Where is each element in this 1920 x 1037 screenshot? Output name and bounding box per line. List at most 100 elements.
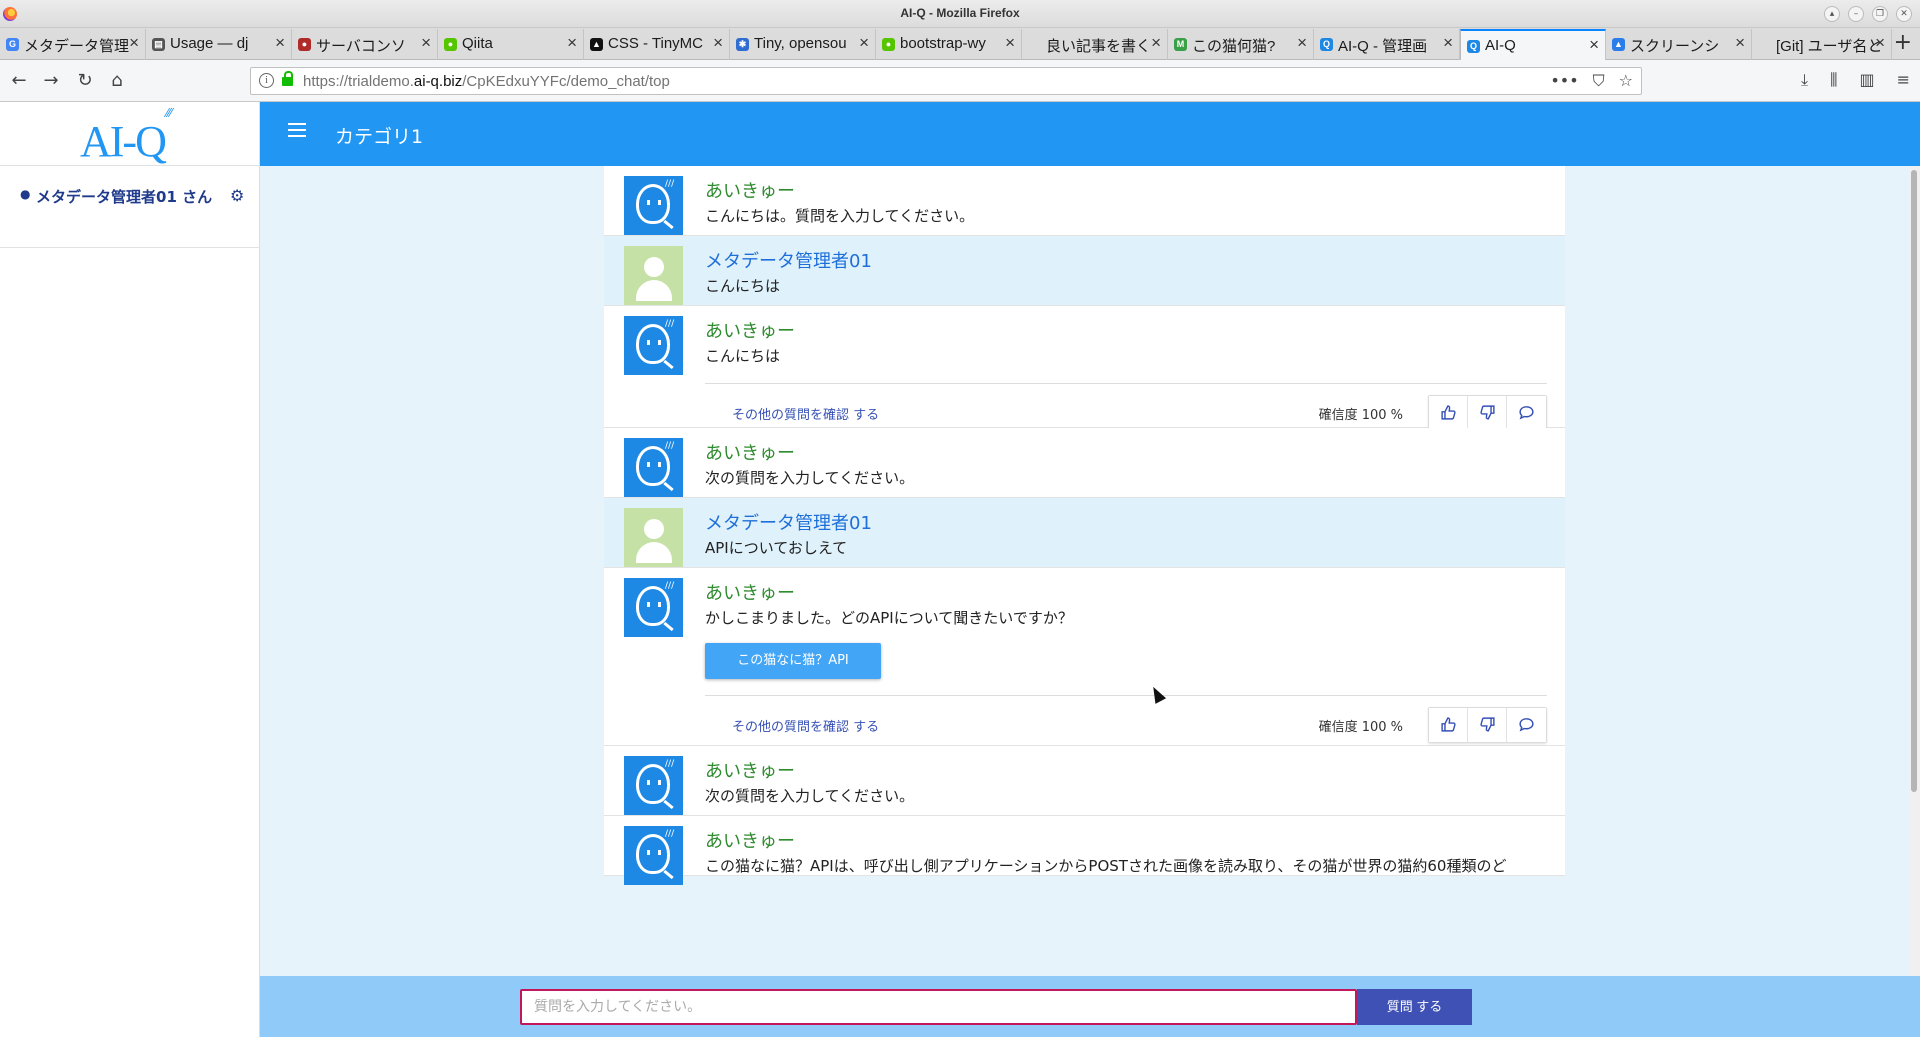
chat-message: /// あいきゅー かしこまりました。どのAPIについて聞きたいですか？ この猫なに猫… — [604, 568, 1565, 746]
tab-close-icon[interactable]: × — [713, 33, 723, 53]
tab-2[interactable]: ● サーバコンソ × — [292, 29, 438, 60]
tab-close-icon[interactable]: × — [859, 33, 869, 53]
maximize-up-icon[interactable]: ▴ — [1824, 6, 1840, 22]
new-tab-icon[interactable]: + — [1894, 30, 1912, 55]
message-sender: メタデータ管理者01 — [705, 513, 872, 534]
message-text: こんにちは — [705, 277, 781, 295]
more-actions-icon[interactable]: ••• — [1550, 71, 1578, 91]
tab-11[interactable]: ▲ スクリーンシ × — [1606, 29, 1752, 60]
tab-favicon-icon: Q — [1320, 38, 1333, 51]
tab-7[interactable]: 良い記事を書く × — [1022, 29, 1168, 60]
thumbs-up-icon[interactable] — [1429, 396, 1468, 430]
pocket-icon[interactable]: ⛉ — [1593, 71, 1605, 91]
chat-message: /// あいきゅー この猫なに猫？APIは、呼び出し側アプリケーションからPOSTさ… — [604, 816, 1565, 885]
chat-message: /// あいきゅー こんにちは。質問を入力してください。 — [604, 166, 1565, 236]
reload-icon[interactable]: ↻ — [74, 70, 96, 92]
tab-4[interactable]: ▲ CSS - TinyMC × — [584, 29, 730, 60]
tab-favicon-icon: ▲ — [1612, 38, 1625, 51]
thumbs-down-icon[interactable] — [1468, 708, 1507, 742]
tab-0[interactable]: G メタデータ管理 × — [0, 29, 146, 60]
other-questions-link[interactable]: その他の質問を確認 する — [732, 404, 879, 423]
tab-close-icon[interactable]: × — [1005, 33, 1015, 53]
tab-close-icon[interactable]: × — [1443, 33, 1453, 53]
lock-icon — [282, 71, 293, 86]
bookmark-star-icon[interactable]: ☆ — [1619, 71, 1633, 91]
tab-favicon-icon: ▲ — [590, 38, 603, 51]
chat-message: /// あいきゅー こんにちは その他の質問を確認 する 確信度 100 % — [604, 306, 1565, 431]
tab-favicon-icon: ▤ — [152, 38, 165, 51]
gear-icon[interactable]: ⚙ — [230, 186, 244, 205]
download-icon[interactable]: ⤓ — [1801, 70, 1808, 90]
ask-button[interactable]: 質問 する — [1357, 989, 1472, 1025]
tab-label: [Git] ユーザ名と — [1776, 38, 1883, 55]
info-icon[interactable]: i — [259, 73, 274, 88]
logo[interactable]: AI-Q ⁄⁄⁄ — [0, 102, 260, 166]
window-title: AI-Q - Mozilla Firefox — [900, 6, 1020, 20]
tab-6[interactable]: ● bootstrap-wy × — [876, 29, 1022, 60]
tab-close-icon[interactable]: × — [1735, 33, 1745, 53]
tab-9[interactable]: Q AI-Q - 管理画 × — [1314, 29, 1460, 60]
comment-icon[interactable] — [1507, 708, 1546, 742]
thumbs-up-icon[interactable] — [1429, 708, 1468, 742]
tab-close-icon[interactable]: × — [1297, 33, 1307, 53]
tab-label: Qiita — [462, 35, 493, 52]
choice-button[interactable]: この猫なに猫？API — [705, 643, 881, 679]
close-window-icon[interactable]: ✕ — [1896, 6, 1912, 22]
forward-icon[interactable]: → — [40, 70, 62, 92]
minimize-icon[interactable]: – — [1848, 6, 1864, 22]
window-controls: ▴ – ❐ ✕ — [1824, 6, 1912, 22]
tab-close-icon[interactable]: × — [1589, 35, 1599, 55]
tab-12[interactable]: [Git] ユーザ名と × — [1752, 29, 1892, 60]
thumbs-down-icon[interactable] — [1468, 396, 1507, 430]
url-bar[interactable]: i https://trialdemo.ai-q.biz/CpKEdxuYYFc… — [250, 67, 1642, 95]
back-icon[interactable]: ← — [8, 70, 30, 92]
hamburger-menu-icon[interactable] — [288, 123, 306, 137]
window-titlebar: AI-Q - Mozilla Firefox ▴ – ❐ ✕ — [0, 0, 1920, 28]
feedback-buttons — [1428, 707, 1547, 743]
tab-close-icon[interactable]: × — [421, 33, 431, 53]
tab-3[interactable]: ● Qiita × — [438, 29, 584, 60]
tab-favicon-icon: ✱ — [736, 38, 749, 51]
aiq-avatar-icon: /// — [624, 438, 683, 497]
feedback-buttons — [1428, 395, 1547, 431]
category-title: カテゴリ1 — [335, 126, 424, 148]
message-sender: あいきゅー — [705, 443, 795, 464]
tab-close-icon[interactable]: × — [129, 33, 139, 53]
tab-1[interactable]: ▤ Usage — dj × — [146, 29, 292, 60]
tab-bar: + G メタデータ管理 × ▤ Usage — dj × ● サーバコンソ × ● Qiita × ▲ C… — [0, 28, 1920, 60]
scrollbar-thumb[interactable] — [1911, 170, 1917, 792]
menu-icon[interactable]: ≡ — [1897, 70, 1910, 90]
chat-message: メタデータ管理者01 APIについておしえて — [604, 498, 1565, 568]
restore-icon[interactable]: ❐ — [1872, 6, 1888, 22]
other-questions-link[interactable]: その他の質問を確認 する — [732, 716, 879, 735]
tab-close-icon[interactable]: × — [275, 33, 285, 53]
tab-favicon-icon — [1028, 38, 1041, 51]
aiq-avatar-icon: /// — [624, 826, 683, 885]
library-icon[interactable]: ⫼ — [1830, 70, 1837, 90]
user-name[interactable]: メタデータ管理者01 さん — [36, 186, 216, 208]
scrollbar[interactable] — [1909, 166, 1920, 976]
tab-label: スクリーンシ — [1630, 38, 1720, 55]
url-text[interactable]: https://trialdemo.ai-q.biz/CpKEdxuYYFc/d… — [303, 73, 670, 90]
tab-favicon-icon — [1758, 38, 1771, 51]
tab-label: CSS - TinyMC — [608, 35, 704, 52]
tab-close-icon[interactable]: × — [1875, 33, 1885, 53]
tab-label: bootstrap-wy — [900, 35, 986, 52]
message-text: こんにちは — [705, 347, 781, 365]
message-sender: あいきゅー — [705, 321, 795, 342]
message-text: この猫なに猫？APIは、呼び出し側アプリケーションからPOSTされた画像を読み取… — [705, 857, 1507, 875]
question-input[interactable] — [520, 989, 1357, 1025]
sidebar-toggle-icon[interactable]: ▥ — [1859, 70, 1874, 90]
home-icon[interactable]: ⌂ — [106, 70, 128, 92]
aiq-avatar-icon: /// — [624, 578, 683, 637]
tab-close-icon[interactable]: × — [1151, 33, 1161, 53]
tab-5[interactable]: ✱ Tiny, opensou × — [730, 29, 876, 60]
comment-icon[interactable] — [1507, 396, 1546, 430]
aiq-avatar-icon: /// — [624, 756, 683, 815]
tab-10[interactable]: Q AI-Q × — [1460, 29, 1606, 60]
logo-spark-icon: ⁄⁄⁄ — [166, 106, 173, 120]
tab-close-icon[interactable]: × — [567, 33, 577, 53]
tab-8[interactable]: M この猫何猫? × — [1168, 29, 1314, 60]
user-row: ● メタデータ管理者01 さん ⚙ — [0, 166, 260, 248]
chat-message: メタデータ管理者01 こんにちは — [604, 236, 1565, 306]
